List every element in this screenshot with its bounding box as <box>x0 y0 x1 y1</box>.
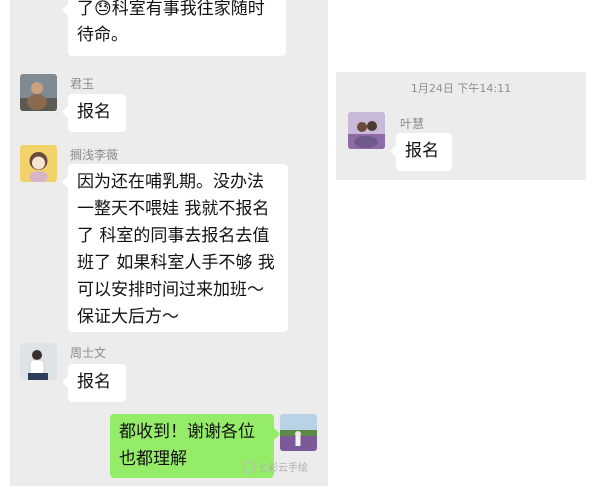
avatar-zhoushiwen[interactable] <box>20 343 57 380</box>
message-line: 班了 如果科室人手不够 我 <box>77 253 275 273</box>
avatar-self[interactable] <box>280 414 317 451</box>
message-text: 报名 <box>77 372 111 392</box>
message-line: 了😓科室有事我往家随时 <box>77 0 265 19</box>
avatar-image <box>20 343 57 380</box>
avatar-yehui[interactable] <box>348 112 385 149</box>
chat-panel-right: 1月24日 下午14:11 叶慧 报名 <box>336 72 586 180</box>
sender-name: 君玉 <box>70 77 95 91</box>
sender-name: 叶慧 <box>400 117 425 131</box>
message-bubble: 报名 <box>62 94 126 132</box>
avatar-geqianliwei[interactable] <box>20 145 57 182</box>
watermark-text: 七彩云手绘 <box>258 463 308 474</box>
message-timestamp: 1月24日 下午14:11 <box>410 82 512 95</box>
screenshot-collage: 了😓科室有事我往家随时 待命。 君玉 报名 搁浅李薇 因为还在哺乳期。没办法 一… <box>0 0 594 494</box>
watermark-icon <box>243 460 255 473</box>
message-bubble: 报名 <box>62 364 126 402</box>
message-text: 报名 <box>405 141 439 161</box>
message-line: 可以安排时间过来加班～ <box>77 280 264 300</box>
message-bubble: 报名 <box>390 133 452 171</box>
avatar-image <box>20 74 57 111</box>
message-line: 待命。 <box>77 25 128 45</box>
chat-panel-left: 了😓科室有事我往家随时 待命。 君玉 报名 搁浅李薇 因为还在哺乳期。没办法 一… <box>10 0 328 486</box>
avatar-image <box>280 414 317 451</box>
avatar-junyu[interactable] <box>20 74 57 111</box>
sender-name: 搁浅李薇 <box>70 148 119 162</box>
message-line: 因为还在哺乳期。没办法 <box>77 172 264 192</box>
avatar-image <box>348 112 385 149</box>
message-line: 保证大后方～ <box>77 307 179 327</box>
message-text: 报名 <box>77 102 111 122</box>
message-bubble-top: 了😓科室有事我往家随时 待命。 <box>62 0 286 56</box>
message-line: 一整天不喂娃 我就不报名 <box>77 199 270 219</box>
message-line: 了 科室的同事去报名去值 <box>77 226 270 246</box>
sender-name: 周士文 <box>70 346 107 360</box>
message-bubble: 因为还在哺乳期。没办法 一整天不喂娃 我就不报名 了 科室的同事去报名去值 班了… <box>62 164 288 332</box>
avatar-image <box>20 145 57 182</box>
watermark: 七彩云手绘 <box>243 459 308 474</box>
message-line: 都收到！谢谢各位 <box>119 422 255 442</box>
